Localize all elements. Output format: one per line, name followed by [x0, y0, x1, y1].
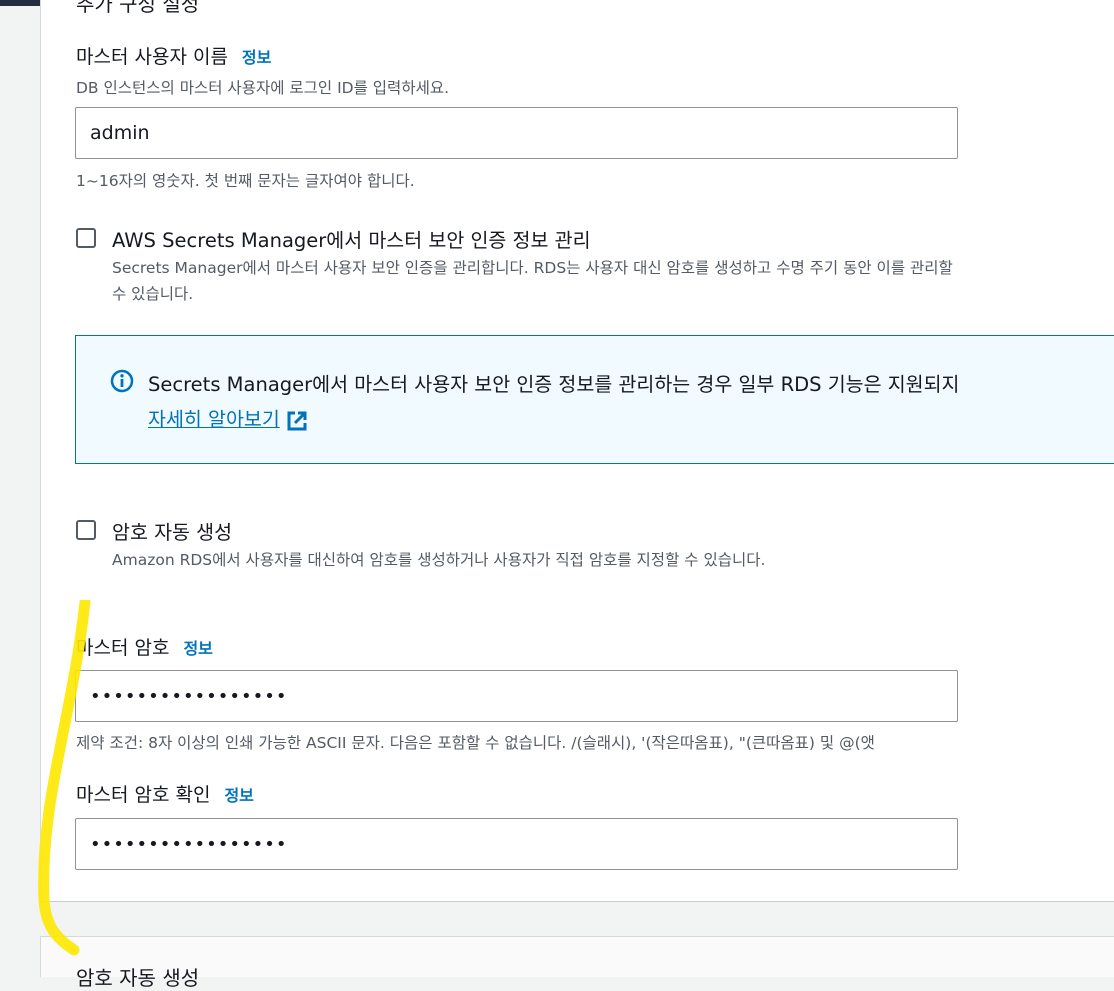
confirm-password-input[interactable]: [75, 818, 958, 870]
auto-password-checkbox[interactable]: [76, 520, 96, 540]
alert-text: Secrets Manager에서 마스터 사용자 보안 인증 정보를 관리하는…: [148, 373, 960, 396]
secrets-manager-description: Secrets Manager에서 마스터 사용자 보안 인증을 관리합니다. …: [112, 259, 953, 303]
master-password-constraint: 제약 조건: 8자 이상의 인쇄 가능한 ASCII 문자. 다음은 포함할 수…: [76, 734, 875, 752]
auto-password-description: Amazon RDS에서 사용자를 대신하여 암호를 생성하거나 사용자가 직접…: [112, 551, 766, 569]
previous-section-heading: 추가 구성 설정: [76, 0, 200, 16]
username-description: DB 인스턴스의 마스터 사용자에 로그인 ID를 입력하세요.: [76, 79, 450, 97]
next-section-heading: 암호 자동 생성: [76, 966, 200, 990]
learn-more-link[interactable]: 자세히 알아보기: [148, 403, 308, 432]
username-constraint: 1~16자의 영숫자. 첫 번째 문자는 글자여야 합니다.: [76, 172, 415, 190]
master-password-input[interactable]: [75, 670, 958, 722]
master-password-info-link[interactable]: 정보: [183, 639, 212, 658]
username-label-text: 마스터 사용자 이름: [76, 46, 228, 68]
external-link-icon: [287, 411, 307, 430]
next-section-panel: [40, 936, 1114, 977]
highlight-annotation: [38, 600, 91, 956]
info-alert: [75, 335, 1114, 464]
info-icon: [110, 369, 134, 393]
learn-more-text[interactable]: 자세히 알아보기: [148, 408, 280, 431]
username-info-link[interactable]: 정보: [242, 48, 271, 67]
auto-password-title[interactable]: 암호 자동 생성: [112, 516, 232, 545]
username-label: 마스터 사용자 이름 정보: [76, 42, 271, 69]
confirm-password-label: 마스터 암호 확인 정보: [76, 780, 254, 807]
confirm-password-info-link[interactable]: 정보: [224, 786, 253, 805]
username-input[interactable]: [75, 107, 958, 159]
secrets-manager-title[interactable]: AWS Secrets Manager에서 마스터 보안 인증 정보 관리: [112, 224, 591, 253]
secrets-manager-checkbox[interactable]: [76, 228, 96, 248]
